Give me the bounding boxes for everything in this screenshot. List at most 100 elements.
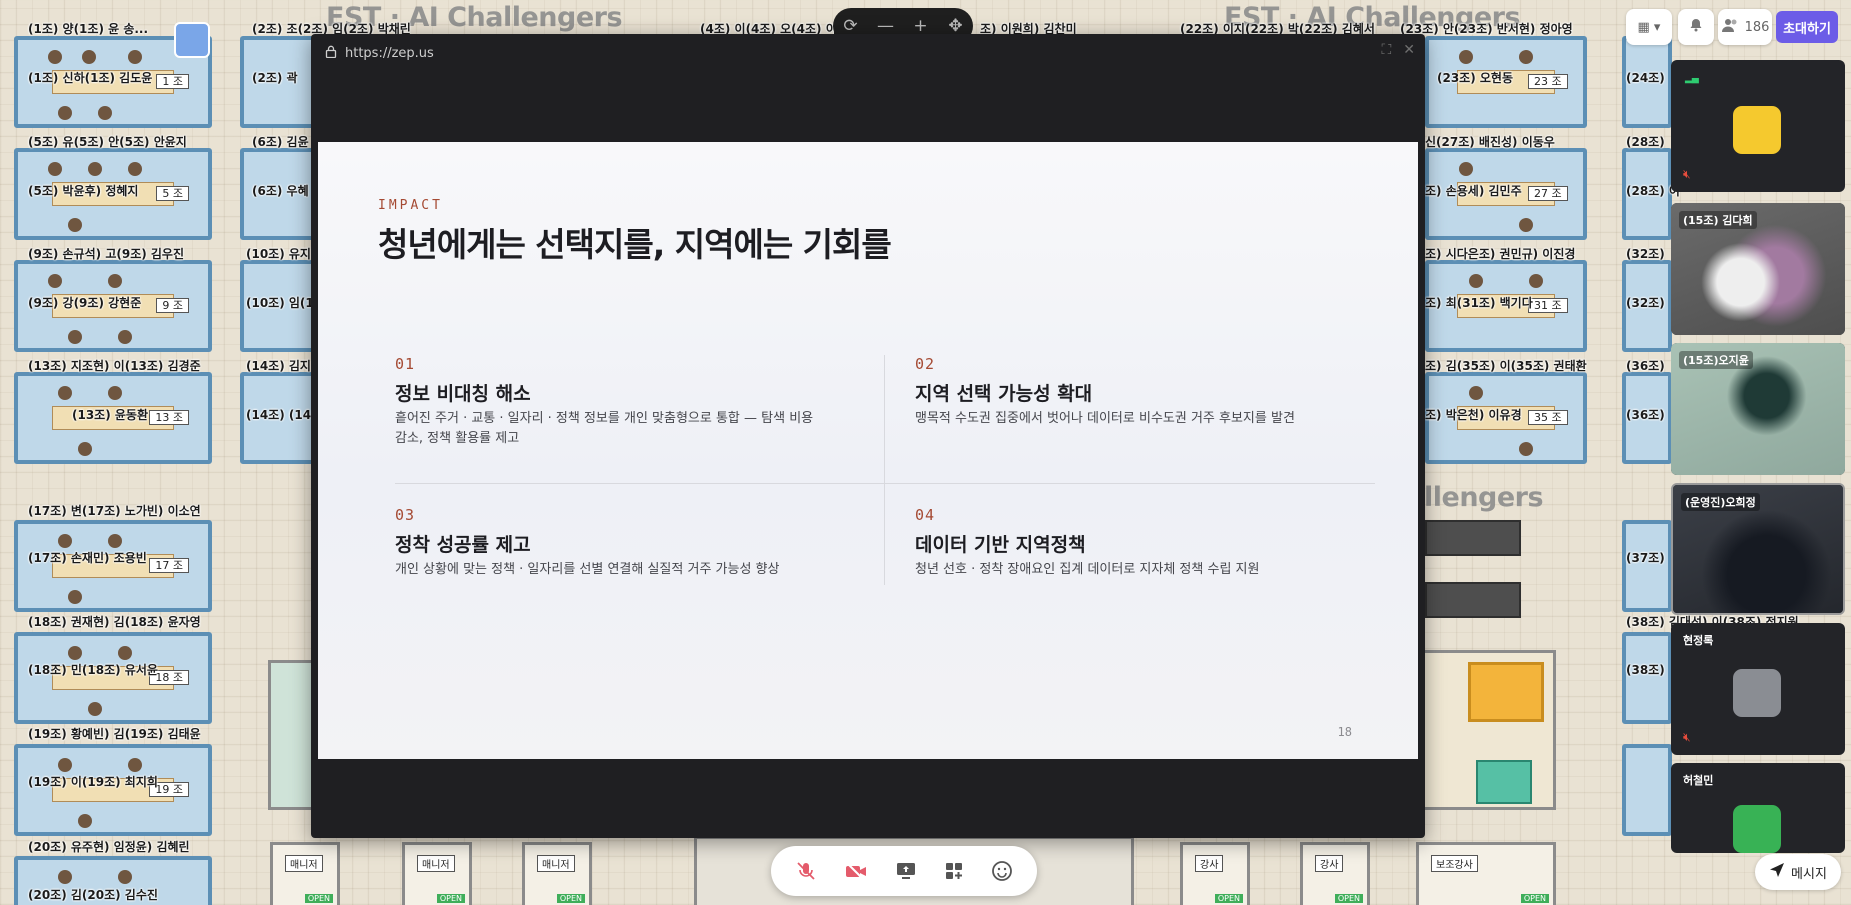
notification-button[interactable] [1678, 9, 1714, 45]
impact-item: 04 데이터 기반 지역정책 청년 선호 · 정착 장애요인 집계 데이터로 지… [915, 506, 1355, 580]
video-tile[interactable]: (15조)오지윤 [1671, 343, 1845, 475]
user-nametag: (1조) 양(1조) 윤 송... [28, 22, 149, 36]
grid-divider [395, 483, 1375, 484]
door-sign: OPEN [1334, 894, 1363, 903]
team-room [1622, 520, 1672, 612]
video-tile[interactable]: 현정록 🔇︎ [1671, 623, 1845, 755]
user-nametag: (18조) 민(18조) 유서윤 [28, 663, 158, 677]
camera-off-icon[interactable] [844, 860, 868, 882]
impact-heading: 데이터 기반 지역정책 [915, 534, 1086, 556]
user-nametag: (9조) 강(9조) 강현준 [28, 296, 142, 310]
instructor-room: 강사 OPEN [1300, 842, 1370, 905]
participant-name: (운영진)오희정 [1681, 493, 1760, 511]
user-nametag: (17조) 변(17조) 노가빈) 이소연 [28, 504, 201, 518]
grid-divider [884, 355, 885, 585]
user-nametag: 조) 김(35조) 이(35조) 권태환 [1425, 359, 1587, 373]
slide-page-number: 18 [1337, 725, 1352, 739]
video-tile[interactable]: (운영진)오희정 [1671, 483, 1845, 615]
lounge-table [1476, 760, 1532, 804]
room-sign: 17 조 [149, 557, 189, 573]
user-nametag: (32조) [1626, 247, 1665, 261]
room-tag: 매니저 [417, 855, 455, 872]
user-nametag: 조) 시다은조) 권민규) 이진경 [1425, 247, 1576, 261]
emoji-icon[interactable] [991, 860, 1013, 882]
door-sign: OPEN [304, 894, 333, 903]
avatar [1733, 805, 1781, 853]
user-nametag: (9조) 손규석) 고(9조) 김우진 [28, 247, 185, 261]
slide-eyebrow: IMPACT [378, 198, 443, 213]
user-nametag: (5조) 박윤후) 정혜지 [28, 184, 139, 198]
user-nametag: (19조) 이(19조) 최지희 [28, 775, 158, 789]
user-nametag: (36조) [1626, 408, 1665, 422]
user-nametag: (28조) [1626, 135, 1665, 149]
apps-icon[interactable] [944, 861, 964, 881]
layout-toggle-button[interactable]: ▦ ▾ [1626, 9, 1672, 45]
impact-item: 02 지역 선택 가능성 확대 맹목적 수도권 집중에서 벗어나 데이터로 비수… [915, 355, 1355, 429]
impact-item: 03 정착 성공률 제고 개인 상황에 맞는 정책 · 일자리를 선별 연결해 … [395, 506, 855, 580]
user-nametag: (2조) 곽 [252, 71, 298, 85]
user-nametag: 조) 최(31조) 백기다 [1425, 296, 1533, 310]
user-nametag: (38조) [1626, 663, 1665, 677]
user-nametag: (1조) 신하(1조) 김도윤 [28, 71, 153, 85]
fullscreen-icon[interactable]: ⛶ [1381, 42, 1391, 58]
presentation-slide: IMPACT 청년에게는 선택지를, 지역에는 기회를 01 정보 비대칭 해소… [318, 142, 1418, 759]
room-tag: 매니저 [285, 855, 323, 872]
door-sign: OPEN [436, 894, 465, 903]
message-button[interactable]: 메시지 [1755, 854, 1841, 890]
mic-muted-icon: 🔇︎ [1683, 167, 1691, 181]
user-nametag: (24조) [1626, 71, 1665, 85]
assistant-room: 보조강사 OPEN [1416, 842, 1556, 905]
user-nametag: (37조) [1626, 551, 1665, 565]
impact-heading: 정보 비대칭 해소 [395, 383, 531, 405]
team-room: 18 조 [14, 632, 212, 724]
video-tile[interactable]: (15조) 김다희 [1671, 203, 1845, 335]
video-tile[interactable]: 허철민 [1671, 763, 1845, 853]
room-sign: 5 조 [156, 185, 189, 201]
user-nametag: (23조) 오현동 [1437, 71, 1514, 85]
media-toolbar [771, 846, 1037, 896]
user-nametag: (14조) (14 [246, 408, 312, 422]
room-sign: 27 조 [1527, 185, 1568, 201]
invite-button[interactable]: 초대하기 [1776, 11, 1838, 43]
user-nametag: (32조) [1626, 296, 1665, 310]
manager-room: 매니저 OPEN [522, 842, 592, 905]
room-tag: 매니저 [537, 855, 575, 872]
bench [1425, 582, 1521, 618]
my-avatar-marker[interactable] [174, 22, 210, 58]
room-sign: 13 조 [149, 409, 189, 425]
team-room: 17 조 [14, 520, 212, 612]
user-nametag: (10조) 유지 [246, 247, 311, 261]
team-room [1622, 632, 1672, 724]
brand-watermark: llengers [1424, 482, 1544, 513]
impact-item: 01 정보 비대칭 해소 흩어진 주거 · 교통 · 일자리 · 정책 정보를 … [395, 355, 815, 449]
room-sign: 35 조 [1527, 409, 1568, 425]
close-icon[interactable]: ✕ [1403, 42, 1415, 58]
impact-description: 맹목적 수도권 집중에서 벗어나 데이터로 비수도권 거주 후보지를 발견 [915, 411, 1295, 426]
screen-share-icon[interactable] [895, 861, 917, 881]
popup-url-bar: https://zep.us [325, 40, 434, 66]
participant-name: 현정록 [1683, 634, 1714, 647]
embed-popup-window: https://zep.us ⛶ ✕ IMPACT 청년에게는 선택지를, 지역… [311, 34, 1425, 838]
layout-icon: ▦ ▾ [1637, 19, 1661, 35]
user-nametag: (19조) 황예빈) 김(19조) 김태윤 [28, 727, 201, 741]
impact-number: 01 [395, 355, 416, 373]
participant-name: (15조)오지윤 [1679, 351, 1753, 369]
user-nametag: (20조) 김(20조) 김수진 [28, 888, 158, 902]
lounge-sofa [1468, 662, 1544, 722]
impact-number: 02 [915, 355, 936, 373]
popup-window-controls: ⛶ ✕ [1381, 42, 1415, 58]
user-nametag: 조) 손용세) 김민주 [1425, 184, 1522, 198]
team-room [1622, 744, 1672, 836]
participant-name: (15조) 김다희 [1679, 211, 1757, 229]
user-nametag: 조) 박은천) 이유경 [1425, 408, 1522, 422]
room-tag: 강사 [1195, 855, 1224, 872]
room-sign: 31 조 [1527, 297, 1568, 313]
door-sign: OPEN [556, 894, 585, 903]
participant-count: 186 [1744, 19, 1770, 35]
room-tag: 보조강사 [1431, 855, 1478, 872]
video-tile[interactable]: ▂▄ 🔇︎ [1671, 60, 1845, 192]
impact-grid: 01 정보 비대칭 해소 흩어진 주거 · 교통 · 일자리 · 정책 정보를 … [395, 355, 1375, 585]
mic-off-icon[interactable] [795, 860, 817, 882]
instructor-room: 강사 OPEN [1180, 842, 1250, 905]
participants-button[interactable]: 186 [1718, 9, 1772, 45]
